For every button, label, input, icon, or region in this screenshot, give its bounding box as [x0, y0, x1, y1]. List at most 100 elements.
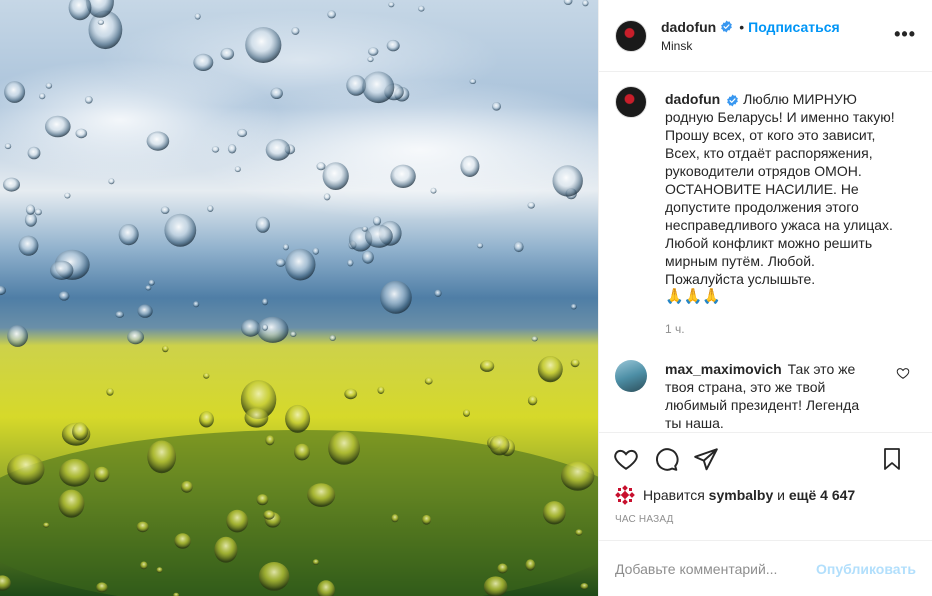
raindrop: [344, 388, 358, 400]
raindrop: [434, 289, 442, 297]
raindrop: [316, 162, 326, 171]
post-sidebar: dadofun • Подписаться Minsk ••• dadofun: [598, 0, 932, 596]
raindrop: [244, 407, 269, 428]
raindrop: [45, 82, 53, 89]
raindrop: [127, 330, 144, 345]
commenter-avatar[interactable]: [615, 360, 647, 392]
raindrop: [492, 102, 501, 111]
raindrop: [312, 559, 319, 565]
add-comment-input[interactable]: [615, 560, 817, 577]
raindrop: [94, 466, 110, 483]
raindrop: [50, 260, 74, 280]
publish-button[interactable]: Опубликовать: [816, 561, 916, 577]
raindrop: [214, 536, 238, 563]
raindrop: [3, 177, 20, 192]
raindrop: [261, 298, 269, 306]
raindrop: [108, 178, 115, 185]
raindrop: [285, 248, 316, 281]
action-bar: [599, 432, 932, 484]
likes-user[interactable]: symbalby: [709, 487, 774, 503]
save-bookmark-icon[interactable]: [880, 446, 904, 472]
raindrop: [245, 27, 282, 63]
raindrop: [322, 162, 349, 191]
comment-body: max_maximovich Так это же твоя страна, э…: [665, 360, 865, 432]
comment-bubble-icon[interactable]: [653, 446, 679, 472]
raindrop: [4, 81, 26, 103]
raindrop: [18, 235, 39, 256]
raindrop: [582, 0, 589, 7]
raindrop: [290, 331, 297, 338]
raindrop: [234, 166, 241, 173]
raindrop: [469, 78, 477, 84]
raindrop: [377, 386, 385, 394]
raindrop: [7, 453, 45, 485]
comment-username[interactable]: max_maximovich: [665, 361, 782, 377]
raindrop: [25, 204, 36, 215]
likes-others[interactable]: ещё 4 647: [789, 487, 855, 503]
post-header: dadofun • Подписаться Minsk •••: [599, 0, 932, 72]
raindrop: [34, 208, 42, 216]
raindrop: [527, 395, 538, 406]
raindrop: [368, 47, 379, 56]
raindrop: [265, 138, 291, 161]
raindrop: [570, 303, 577, 310]
raindrop: [145, 285, 152, 291]
raindrop: [199, 411, 214, 428]
raindrop: [164, 213, 197, 247]
raindrop: [43, 522, 50, 528]
liker-avatar[interactable]: [615, 485, 635, 505]
more-options-icon[interactable]: •••: [894, 24, 916, 45]
raindrop: [193, 53, 214, 71]
raindrop: [160, 206, 170, 214]
share-paper-plane-icon[interactable]: [693, 446, 719, 472]
verified-badge-icon: [727, 94, 739, 107]
raindrop: [430, 187, 437, 194]
raindrop: [162, 345, 169, 353]
raindrop: [207, 205, 214, 213]
separator-dot: •: [739, 18, 745, 35]
raindrop: [329, 335, 336, 341]
caption-time[interactable]: 1 ч.: [665, 320, 897, 338]
raindrop: [203, 372, 210, 379]
raindrop: [525, 559, 536, 571]
raindrop: [418, 5, 425, 12]
raindrop: [194, 13, 201, 20]
raindrop: [570, 359, 580, 368]
author-username[interactable]: dadofun: [661, 19, 716, 35]
raindrop: [537, 356, 563, 383]
raindrop: [282, 243, 289, 251]
raindrop: [580, 583, 589, 590]
caption-username[interactable]: dadofun: [665, 91, 720, 107]
author-avatar[interactable]: [615, 19, 647, 52]
posted-time[interactable]: ЧАС НАЗАД: [599, 506, 932, 532]
raindrop: [226, 509, 249, 533]
raindrop: [156, 567, 163, 573]
raindrop: [388, 2, 395, 8]
raindrop: [386, 39, 400, 52]
raindrop: [118, 224, 139, 246]
like-heart-icon[interactable]: [613, 446, 639, 472]
raindrop: [237, 128, 248, 138]
raindrop: [39, 93, 46, 100]
comment-item: max_maximovich Так это же твоя страна, э…: [615, 360, 916, 432]
caption-author-avatar[interactable]: [615, 86, 647, 118]
like-comment-heart-icon[interactable]: [896, 366, 910, 380]
post-photo[interactable]: [0, 0, 598, 596]
raindrop: [262, 324, 268, 331]
post-location[interactable]: Minsk: [661, 39, 840, 53]
follow-button[interactable]: Подписаться: [748, 19, 840, 35]
raindrop: [380, 280, 412, 314]
raindrop: [347, 259, 354, 267]
raindrop: [561, 461, 595, 491]
raindrop: [97, 19, 104, 25]
caption-text: Люблю МИРНУЮ родную Беларусь! И именно т…: [665, 91, 895, 287]
raindrop: [115, 311, 124, 318]
instagram-post: dadofun • Подписаться Minsk ••• dadofun: [0, 0, 932, 596]
raindrop: [257, 316, 289, 343]
raindrop: [362, 250, 374, 264]
raindrop: [527, 202, 535, 209]
raindrop: [148, 279, 155, 286]
raindrop: [552, 165, 583, 197]
raindrop: [327, 10, 336, 19]
raindrop: [294, 443, 310, 461]
